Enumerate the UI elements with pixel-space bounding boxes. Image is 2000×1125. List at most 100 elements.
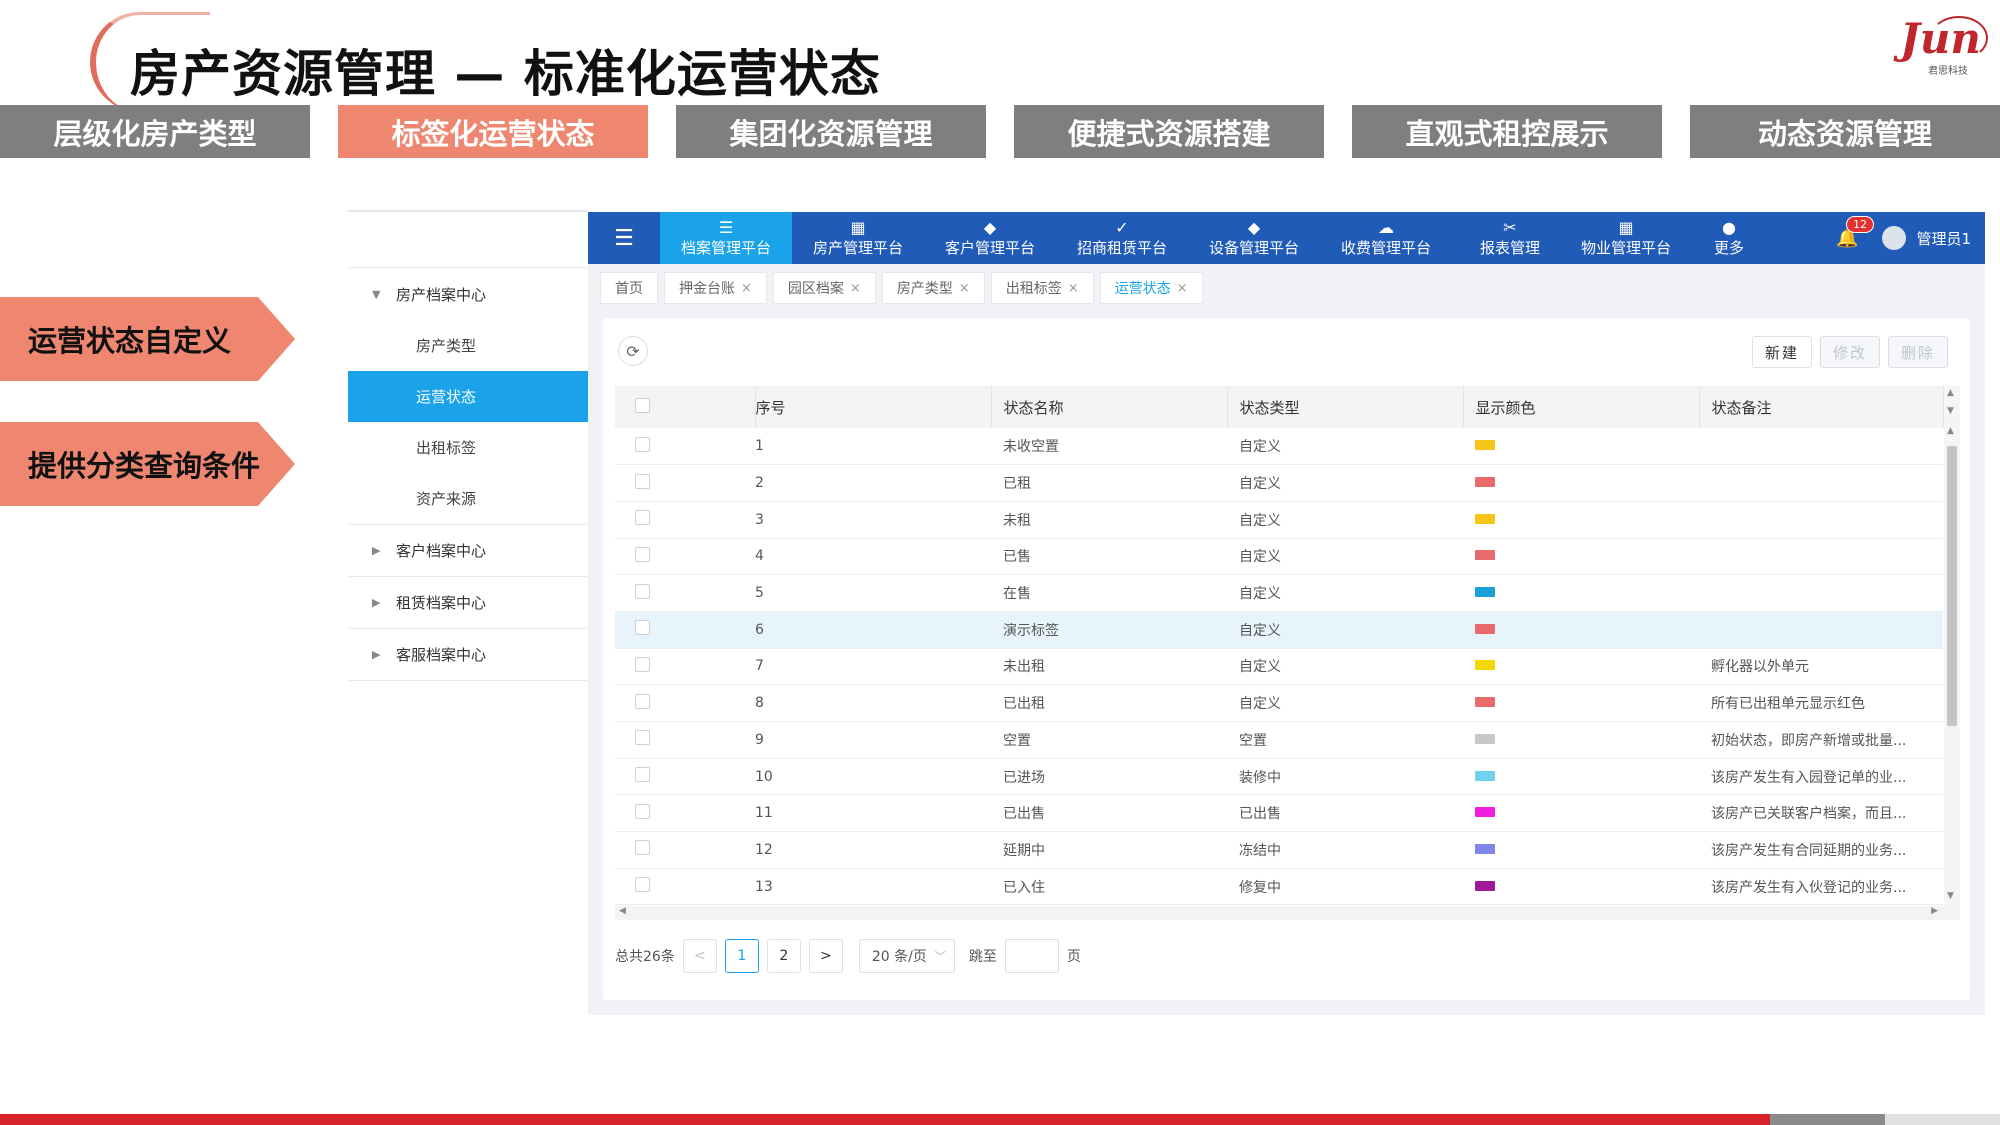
cell-no: 4 <box>755 538 991 576</box>
jump-label: 跳至 <box>968 949 997 965</box>
cell-color <box>1463 611 1699 649</box>
new-button[interactable]: 新建 <box>1752 336 1812 368</box>
prev-page-button[interactable]: < <box>682 939 717 973</box>
close-icon[interactable]: × <box>1068 281 1079 296</box>
edit-button[interactable]: 修改 <box>1820 336 1880 368</box>
feature-tab-5[interactable]: 直观式租控展示 <box>1352 105 1662 158</box>
topnav-item-1[interactable]: ☰ 档案管理平台 <box>660 212 792 264</box>
feature-tab-1[interactable]: 层级化房产类型 <box>0 105 310 158</box>
cell-name: 未收空置 <box>991 428 1227 466</box>
topnav-item-5[interactable]: ◆ 设备管理平台 <box>1188 212 1320 264</box>
table-row[interactable]: 3 未租 自定义 <box>615 501 1943 539</box>
user-name[interactable]: 管理员1 <box>1916 228 1971 249</box>
table-row[interactable]: 10 已进场 装修中 该房产发生有入园登记单的业... <box>615 758 1943 796</box>
row-checkbox[interactable] <box>635 877 650 893</box>
close-icon[interactable]: × <box>850 281 861 296</box>
sidebar-item-1-1[interactable]: 房产类型 <box>348 320 588 371</box>
caret-right-icon: ▶ <box>372 596 381 609</box>
scroll-up-small-icon[interactable]: ▲ <box>1947 426 1954 436</box>
table-row[interactable]: 12 延期中 冻结中 该房产发生有合同延期的业务... <box>615 831 1943 869</box>
row-checkbox[interactable] <box>635 767 650 783</box>
vertical-scrollbar[interactable]: ▲ ▼ ▲ ▼ <box>1944 386 1960 906</box>
bell-icon[interactable]: 🔔 12 <box>1836 215 1875 249</box>
table-row[interactable]: 1 未收空置 自定义 <box>615 428 1943 466</box>
feature-tab-6[interactable]: 动态资源管理 <box>1690 105 2000 158</box>
close-icon[interactable]: × <box>1177 281 1188 296</box>
topnav-item-label: 物业管理平台 <box>1580 238 1671 257</box>
table-row[interactable]: 9 空置 空置 初始状态，即房产新增或批量... <box>615 721 1943 759</box>
menu-toggle-icon[interactable]: ☰ <box>588 212 660 264</box>
table-row[interactable]: 13 已入住 修复中 该房产发生有入伙登记的业务... <box>615 868 1943 906</box>
row-checkbox[interactable] <box>635 656 650 672</box>
horizontal-scrollbar[interactable]: ◀ ▶ <box>615 906 1960 920</box>
page-tab-3[interactable]: 园区档案 × <box>772 272 876 304</box>
row-checkbox[interactable] <box>635 436 650 452</box>
jump-page-input[interactable] <box>1004 939 1059 973</box>
row-checkbox[interactable] <box>635 840 650 856</box>
close-icon[interactable]: × <box>741 281 752 296</box>
page-tab-6[interactable]: 运营状态 × <box>1099 272 1203 304</box>
scroll-up-icon[interactable]: ▲ <box>1947 388 1954 398</box>
sidebar-group-4[interactable]: ▶ 客服档案中心 <box>348 629 588 681</box>
avatar[interactable] <box>1882 226 1907 250</box>
cell-note <box>1699 611 1943 649</box>
sidebar-group-1[interactable]: ▼ 房产档案中心 <box>348 268 588 320</box>
cell-note: 所有已出租单元显示红色 <box>1699 684 1943 722</box>
scroll-left-icon[interactable]: ◀ <box>619 906 626 916</box>
row-checkbox[interactable] <box>635 510 650 526</box>
topnav-item-2[interactable]: ▦ 房产管理平台 <box>792 212 924 264</box>
table-row[interactable]: 2 已租 自定义 <box>615 464 1943 502</box>
building-icon: ▦ <box>850 217 866 237</box>
feature-tab-4[interactable]: 便捷式资源搭建 <box>1014 105 1324 158</box>
topnav-item-9[interactable]: ● 更多 <box>1684 212 1774 264</box>
topnav-item-6[interactable]: ☁ 收费管理平台 <box>1320 212 1452 264</box>
topnav-item-label: 房产管理平台 <box>812 238 903 257</box>
page-tab-5[interactable]: 出租标签 × <box>990 272 1094 304</box>
page-1-button[interactable]: 1 <box>724 939 759 973</box>
row-checkbox[interactable] <box>635 473 650 489</box>
delete-button[interactable]: 删除 <box>1888 336 1948 368</box>
sidebar-group-3[interactable]: ▶ 租赁档案中心 <box>348 577 588 629</box>
close-icon[interactable]: × <box>959 281 970 296</box>
vertical-scroll-thumb[interactable] <box>1947 446 1957 726</box>
topnav-item-4[interactable]: ✓ 招商租赁平台 <box>1056 212 1188 264</box>
row-checkbox[interactable] <box>635 583 650 599</box>
row-checkbox[interactable] <box>635 693 650 709</box>
page-2-button[interactable]: 2 <box>766 939 801 973</box>
select-all-checkbox[interactable] <box>635 397 650 413</box>
page-tab-1[interactable]: 首页 <box>600 272 658 304</box>
topnav-item-3[interactable]: ◆ 客户管理平台 <box>924 212 1056 264</box>
scroll-right-icon[interactable]: ▶ <box>1931 906 1938 916</box>
sidebar-group-2[interactable]: ▶ 客户档案中心 <box>348 525 588 577</box>
feature-tab-3[interactable]: 集团化资源管理 <box>676 105 986 158</box>
row-checkbox[interactable] <box>635 803 650 819</box>
page-size-select[interactable]: 20 条/页 ﹀ <box>858 939 955 973</box>
table-row[interactable]: 5 在售 自定义 <box>615 574 1943 612</box>
table-row[interactable]: 6 演示标签 自定义 <box>615 611 1943 649</box>
col-header-color: 显示颜色 <box>1463 386 1700 428</box>
table-row[interactable]: 4 已售 自定义 <box>615 538 1943 576</box>
sidebar-item-1-3[interactable]: 出租标签 <box>348 422 588 473</box>
refresh-icon[interactable]: ⟳ <box>618 336 648 366</box>
topnav-item-8[interactable]: ▦ 物业管理平台 <box>1568 212 1684 264</box>
table-row[interactable]: 7 未出租 自定义 孵化器以外单元 <box>615 648 1943 686</box>
scroll-down-icon[interactable]: ▼ <box>1947 891 1954 901</box>
scroll-down-small-icon[interactable]: ▼ <box>1947 406 1954 416</box>
cell-name: 未出租 <box>991 648 1227 686</box>
page-tab-4[interactable]: 房产类型 × <box>881 272 985 304</box>
cell-type: 修复中 <box>1227 868 1463 906</box>
next-page-button[interactable]: > <box>808 939 843 973</box>
sidebar-item-1-2[interactable]: 运营状态 <box>348 371 588 422</box>
sidebar-item-1-4[interactable]: 资产来源 <box>348 473 588 524</box>
row-checkbox[interactable] <box>635 730 650 746</box>
feature-tab-2[interactable]: 标签化运营状态 <box>338 105 648 158</box>
cell-color <box>1463 538 1699 576</box>
row-checkbox[interactable] <box>635 620 650 636</box>
row-checkbox-cell <box>615 794 755 833</box>
table-row[interactable]: 8 已出租 自定义 所有已出租单元显示红色 <box>615 684 1943 722</box>
row-checkbox[interactable] <box>635 546 650 562</box>
page-tab-2[interactable]: 押金台账 × <box>664 272 767 304</box>
table-row[interactable]: 11 已出售 已出售 该房产已关联客户档案，而且... <box>615 794 1943 833</box>
col-header-no: 序号 <box>755 386 992 428</box>
topnav-item-7[interactable]: ✂ 报表管理 <box>1452 212 1568 264</box>
